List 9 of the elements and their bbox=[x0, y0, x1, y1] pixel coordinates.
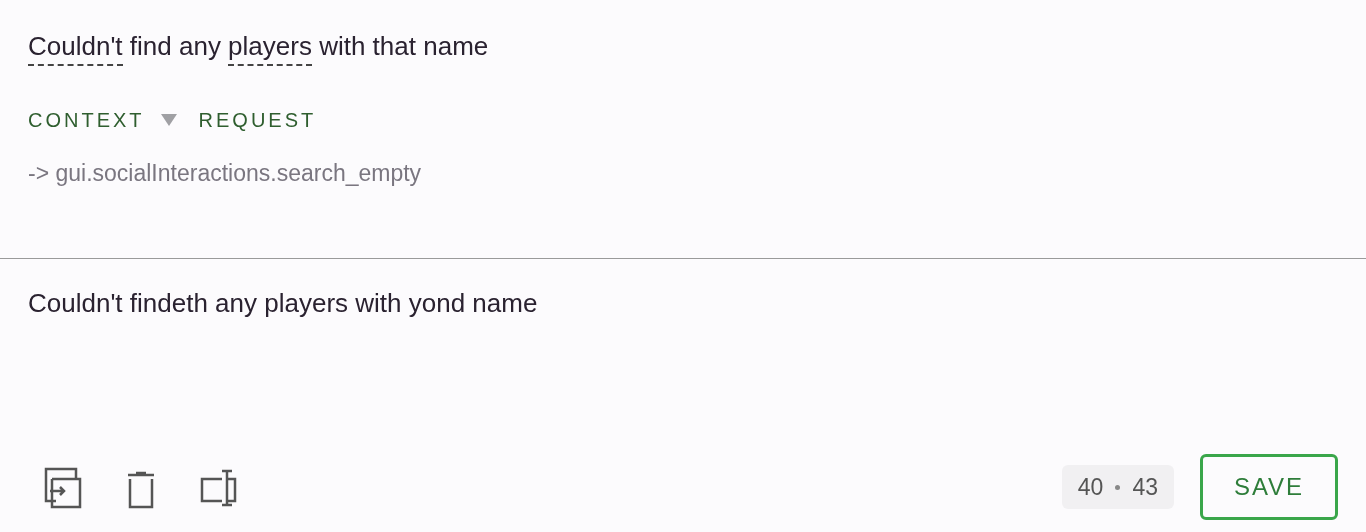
copy-icon[interactable] bbox=[42, 465, 82, 509]
meta-tab[interactable]: CONTEXT bbox=[28, 108, 177, 132]
counter-total: 43 bbox=[1132, 472, 1158, 502]
save-button[interactable]: SAVE bbox=[1200, 454, 1338, 520]
translation-field[interactable]: Couldn't findeth any players with yond name bbox=[28, 287, 538, 319]
context-key: -> gui.socialInteractions.search_empty bbox=[28, 156, 422, 191]
meta-tab[interactable]: REQUEST bbox=[198, 108, 317, 132]
counter-current: 40 bbox=[1077, 472, 1104, 502]
source-text: Couldn't find any players with that name bbox=[28, 30, 489, 66]
